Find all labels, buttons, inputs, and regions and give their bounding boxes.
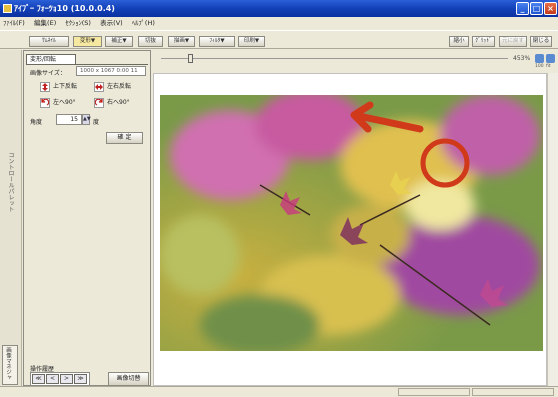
app-icon [3, 4, 12, 13]
zoom-100-label: 100 [535, 64, 544, 69]
status-panel-2 [472, 388, 554, 396]
control-palette-strip[interactable] [0, 50, 22, 386]
rotate-left-icon [40, 98, 50, 108]
rotate-right-icon [94, 98, 104, 108]
history-next-button[interactable]: > [60, 374, 73, 384]
app-window: ｱｲﾌﾞｰ ﾌｫｰﾂｮ10 (10.0.0.4) _ □ × ﾌｧｲﾙ(F) 編… [0, 0, 558, 397]
menu-view[interactable]: 表示(V) [100, 19, 123, 27]
maximize-button[interactable]: □ [530, 2, 543, 15]
close-view-button[interactable]: 閉じる [530, 36, 552, 47]
flip-vertical-icon [40, 82, 50, 92]
window-title: ｱｲﾌﾞｰ ﾌｫｰﾂｮ10 (10.0.0.4) [14, 4, 115, 13]
angle-unit-label: 度 [93, 119, 100, 126]
zoom-slider-track[interactable] [161, 58, 508, 59]
menu-help[interactable]: ﾍﾙﾌﾟ(H) [132, 19, 155, 27]
flip-horizontal-icon [94, 82, 104, 92]
thumbnail-button[interactable]: ｻﾑﾈｲﾙ [29, 36, 69, 47]
close-button[interactable]: × [544, 2, 557, 15]
status-panel-1 [398, 388, 470, 396]
zoom-100-button[interactable] [535, 54, 544, 63]
minimize-button[interactable]: _ [516, 2, 529, 15]
correct-button[interactable]: 補正▼ [105, 36, 133, 47]
undo-button[interactable]: 元に戻す [499, 36, 527, 47]
vertical-scrollbar[interactable] [547, 73, 558, 386]
control-palette-label: コントロールパレット [7, 152, 14, 212]
photo-maple-leaves[interactable] [160, 95, 543, 351]
grid-button[interactable]: ｸﾞﾘｯﾄﾞ [472, 36, 495, 47]
image-size-label: 画像サイズ： [30, 70, 66, 77]
zoom-fit-button[interactable] [546, 54, 555, 63]
transform-button[interactable]: 変形▼ [73, 36, 102, 47]
panel-tab-rotate[interactable]: 変形/回転 [26, 54, 76, 64]
flip-vertical-label: 上下反転 [53, 83, 78, 90]
panel-divider [26, 64, 148, 65]
flip-horizontal-label: 左右反転 [107, 83, 132, 90]
image-size-field: 1000 x 1067 0:00 11 [76, 66, 146, 76]
angle-label: 角度 [30, 119, 43, 126]
crop-button[interactable]: 切抜 [138, 36, 163, 47]
history-last-button[interactable]: ≫ [74, 374, 87, 384]
print-button[interactable]: 印刷▼ [238, 36, 265, 47]
menu-bar: ﾌｧｲﾙ(F) 編集(E) ｾｸｼｮﾝ(S) 表示(V) ﾍﾙﾌﾟ(H) [0, 17, 558, 29]
zoom-fit-label: fit [546, 64, 551, 69]
zoom-level: 453% [513, 55, 531, 62]
shrink-button[interactable]: 縮小 [449, 36, 469, 47]
rotate-right-label: 右へ90° [107, 99, 130, 106]
history-prev-button[interactable]: < [46, 374, 59, 384]
history-first-button[interactable]: ≪ [32, 374, 45, 384]
filter-button[interactable]: ﾌｨﾙﾀ▼ [199, 36, 235, 47]
menu-section[interactable]: ｾｸｼｮﾝ(S) [65, 19, 90, 27]
rotate-left-label: 左へ90° [53, 99, 76, 106]
switch-image-button[interactable]: 画像切替 [108, 372, 149, 386]
angle-input[interactable]: 15 [56, 114, 82, 125]
menu-edit[interactable]: 編集(E) [34, 19, 56, 27]
photo-image [160, 95, 543, 351]
angle-stepper[interactable]: ▲▼ [82, 114, 91, 125]
zoom-slider-thumb[interactable] [188, 54, 193, 63]
apply-button[interactable]: 確 定 [106, 132, 143, 144]
toolbar: ｻﾑﾈｲﾙ 変形▼ 補正▼ 切抜 描画▼ ﾌｨﾙﾀ▼ 印刷▼ 縮小 ｸﾞﾘｯﾄﾞ… [0, 30, 558, 49]
image-manager-label: 画像マネジャ [5, 347, 11, 380]
paint-button[interactable]: 描画▼ [168, 36, 195, 47]
title-bar: ｱｲﾌﾞｰ ﾌｫｰﾂｮ10 (10.0.0.4) _ □ × [0, 0, 558, 17]
menu-file[interactable]: ﾌｧｲﾙ(F) [3, 19, 25, 27]
